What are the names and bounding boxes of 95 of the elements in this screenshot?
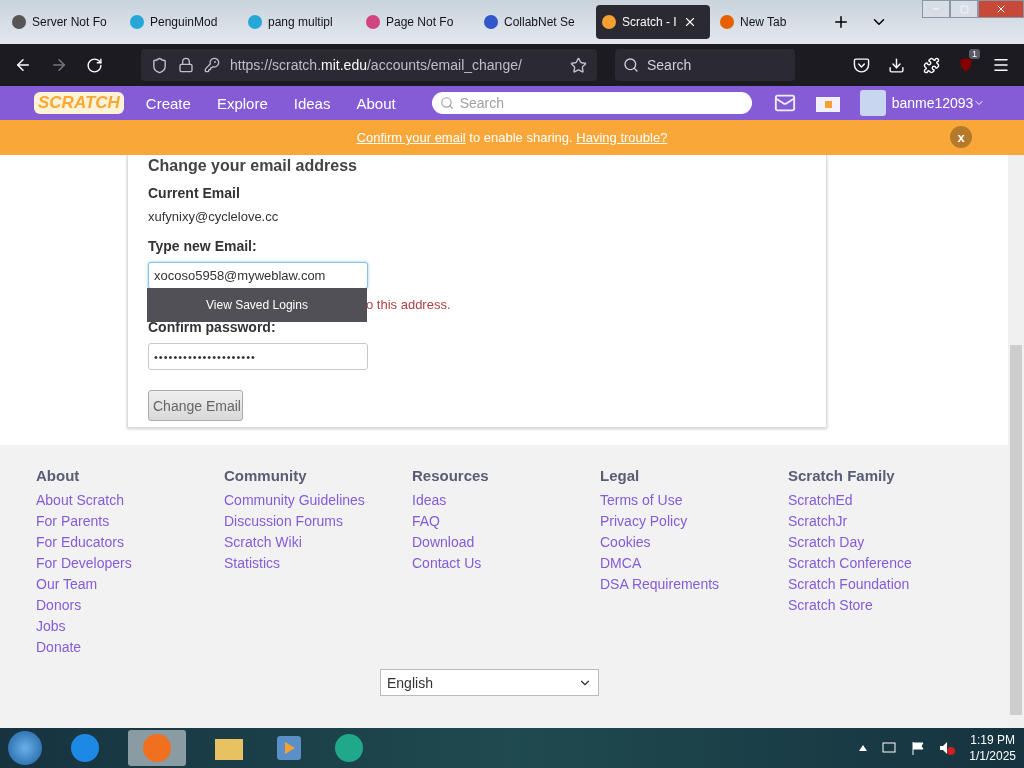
footer-heading: Community [224, 467, 308, 484]
browser-tab[interactable]: pang multipl [242, 5, 356, 39]
avatar-icon[interactable] [859, 90, 886, 116]
footer-link[interactable]: Scratch Store [788, 597, 976, 613]
favicon-icon [366, 15, 380, 29]
footer-link[interactable]: Ideas [412, 492, 600, 508]
footer-link[interactable]: DSA Requirements [600, 576, 788, 592]
nav-link[interactable]: Explore [216, 94, 268, 112]
current-email: xufynixy@cyclelove.cc [148, 209, 280, 224]
close-icon [995, 3, 1007, 15]
change-email-button[interactable]: Change Email [148, 390, 243, 421]
field-label: Current Email [148, 185, 241, 201]
language-select[interactable]: English [380, 669, 599, 696]
footer-link[interactable]: Scratch Conference [788, 555, 976, 571]
footer-heading: Resources [412, 467, 490, 484]
search-field[interactable]: Search [615, 49, 795, 81]
footer-link[interactable]: ScratchEd [788, 492, 976, 508]
footer-link[interactable]: Privacy Policy [600, 513, 788, 529]
nav-link[interactable]: Create [145, 94, 191, 112]
count-badge: 1 [969, 49, 980, 59]
banner-message: Confirm your email to enable sharing. Having trouble? [356, 130, 668, 145]
search-icon [439, 96, 454, 110]
favicon-icon [130, 15, 144, 29]
saved-logins-popup[interactable]: View Saved Logins [147, 288, 367, 322]
email-input[interactable]: xocoso5958@myweblaw.com [148, 262, 368, 289]
password-input[interactable]: ••••••••••••••••••••• [148, 343, 368, 370]
search-icon [623, 57, 639, 73]
footer-link[interactable]: Donate [36, 639, 224, 655]
address-bar[interactable]: https://scratch.mit.edu/accounts/email_change/ [141, 49, 597, 81]
clock[interactable]: 1:19 PM 1/1/2025 [969, 732, 1016, 764]
favicon-icon [720, 15, 734, 29]
start-button[interactable] [8, 731, 42, 765]
footer-link[interactable]: FAQ [412, 513, 600, 529]
footer-link[interactable]: DMCA [600, 555, 788, 571]
footer-link[interactable]: Our Team [36, 576, 224, 592]
reload-icon[interactable] [86, 56, 103, 74]
muted-speaker-icon[interactable] [939, 741, 956, 755]
back-icon[interactable] [14, 56, 32, 74]
page-heading: Change your email address [148, 157, 358, 175]
restore-icon [959, 4, 969, 14]
browser-tab[interactable]: Page Not Fo [360, 5, 474, 39]
shield-icon[interactable] [151, 56, 168, 74]
favicon-icon [12, 15, 26, 29]
shield-extension-icon[interactable] [958, 57, 974, 73]
footer-link[interactable]: Contact Us [412, 555, 600, 571]
footer-link[interactable]: Terms of Use [600, 492, 788, 508]
footer-link[interactable]: Jobs [36, 618, 224, 634]
footer-link[interactable]: About Scratch [36, 492, 224, 508]
scrollbar[interactable] [1008, 155, 1024, 728]
field-label: Type new Email: [148, 238, 258, 254]
menu-icon[interactable] [992, 56, 1010, 74]
footer-link[interactable]: Scratch Foundation [788, 576, 976, 592]
browser-tab[interactable]: PenguinMod [124, 5, 238, 39]
forward-icon[interactable] [50, 56, 68, 74]
maximize-button[interactable] [950, 0, 978, 18]
download-icon[interactable] [888, 56, 905, 74]
flag-icon[interactable] [911, 741, 926, 755]
pocket-icon[interactable] [853, 56, 870, 74]
footer-link[interactable]: Scratch Wiki [224, 534, 412, 550]
browser-tab[interactable]: New Tab [714, 5, 828, 39]
search-field[interactable]: Search [431, 92, 752, 114]
nav-link[interactable]: Ideas [293, 94, 331, 112]
close-button[interactable]: x [950, 126, 972, 148]
favicon-icon [602, 15, 616, 29]
footer-link[interactable]: Discussion Forums [224, 513, 412, 529]
footer-link[interactable]: Statistics [224, 555, 412, 571]
footer-heading: Scratch Family [788, 467, 896, 484]
tray-arrow-icon[interactable] [859, 743, 868, 753]
error-message: o this address. [366, 296, 451, 312]
mail-icon[interactable] [773, 92, 796, 114]
key-icon[interactable] [204, 57, 220, 73]
nav-link[interactable]: About [356, 94, 396, 112]
footer-link[interactable]: Cookies [600, 534, 788, 550]
footer-link[interactable]: For Parents [36, 513, 224, 529]
puzzle-icon[interactable] [923, 56, 940, 74]
footer-link[interactable]: For Developers [36, 555, 224, 571]
footer-link[interactable]: Community Guidelines [224, 492, 412, 508]
browser-tab[interactable]: Server Not Fo [6, 5, 120, 39]
browser-tab[interactable]: Scratch - I [596, 5, 710, 39]
footer-link[interactable]: Download [412, 534, 600, 550]
footer-link[interactable]: Scratch Day [788, 534, 976, 550]
star-icon[interactable] [570, 56, 587, 74]
footer-heading: Legal [600, 467, 641, 484]
footer-heading: About [36, 467, 81, 484]
field-label: Confirm password: [148, 319, 277, 335]
new-tab-icon[interactable] [832, 13, 850, 31]
footer-link[interactable]: ScratchJr [788, 513, 976, 529]
favicon-icon [248, 15, 262, 29]
footer-link[interactable]: For Educators [36, 534, 224, 550]
lock-icon[interactable] [178, 57, 194, 73]
username[interactable]: banme12093 [891, 95, 974, 111]
network-icon[interactable] [881, 741, 898, 755]
footer-link[interactable]: Donors [36, 597, 224, 613]
favicon-icon [484, 15, 498, 29]
browser-tab[interactable]: CollabNet Se [478, 5, 592, 39]
